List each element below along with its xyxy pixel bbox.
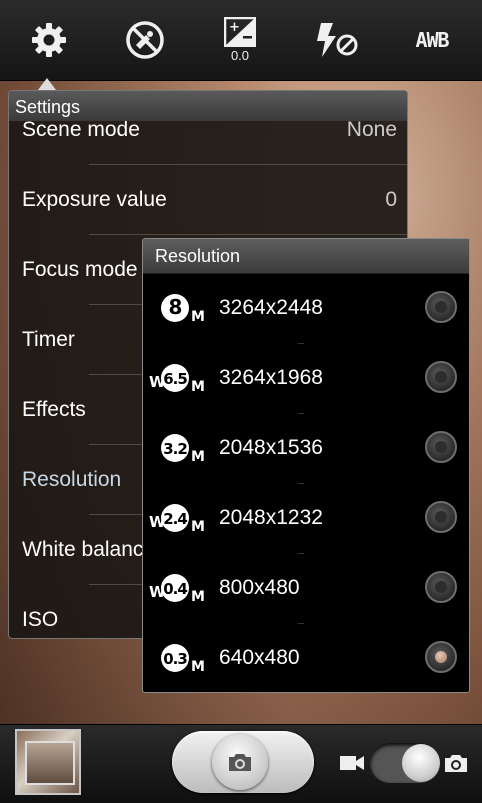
settings-item-label: White balance bbox=[22, 538, 156, 561]
resolution-radio[interactable] bbox=[425, 641, 457, 673]
camera-icon bbox=[229, 754, 251, 771]
camera-top-bar: + 0.0 AWB bbox=[0, 0, 482, 81]
gear-icon bbox=[32, 23, 66, 57]
flash-button[interactable] bbox=[296, 0, 376, 80]
shutter-button[interactable] bbox=[172, 731, 314, 793]
shutter-knob[interactable] bbox=[212, 734, 268, 790]
camera-bottom-bar bbox=[0, 724, 482, 803]
resolution-option-label: 2048x1232 bbox=[219, 506, 323, 529]
svg-text:3.2: 3.2 bbox=[163, 440, 187, 458]
svg-text:6.5: 6.5 bbox=[163, 370, 187, 388]
exposure-icon: + bbox=[224, 17, 256, 47]
settings-item-label: Exposure value bbox=[22, 188, 167, 211]
resolution-megapixel-icon: W6.5 M bbox=[149, 364, 205, 395]
camera-icon bbox=[445, 755, 467, 772]
settings-item-label: Timer bbox=[22, 328, 75, 351]
resolution-option-label: 2048x1536 bbox=[219, 436, 323, 459]
settings-item-value: 0 bbox=[385, 188, 397, 211]
settings-item-label: Focus mode bbox=[22, 258, 138, 281]
settings-title: Settings bbox=[9, 91, 407, 121]
svg-text:8: 8 bbox=[169, 295, 182, 319]
resolution-title: Resolution bbox=[143, 239, 469, 274]
resolution-option[interactable]: 8 M 3264x2448 bbox=[143, 273, 469, 343]
resolution-option[interactable]: W 6.5 M 3264x1968 bbox=[143, 343, 469, 413]
resolution-option-label: 640x480 bbox=[219, 646, 300, 669]
resolution-option-label: 800x480 bbox=[219, 576, 300, 599]
settings-item-label: ISO bbox=[22, 608, 59, 631]
resolution-radio[interactable] bbox=[425, 501, 457, 533]
video-camera-icon bbox=[340, 756, 364, 770]
gallery-thumbnail[interactable] bbox=[15, 729, 81, 795]
settings-button[interactable] bbox=[9, 0, 89, 80]
settings-item-label: Resolution bbox=[22, 468, 122, 491]
resolution-option-label: 3264x1968 bbox=[219, 366, 323, 389]
svg-text:0.4: 0.4 bbox=[163, 580, 187, 598]
resolution-option[interactable]: W 0.4 M 800x480 bbox=[143, 553, 469, 623]
resolution-radio[interactable] bbox=[425, 361, 457, 393]
svg-text:2.4: 2.4 bbox=[163, 510, 187, 528]
resolution-option-label: 3264x2448 bbox=[219, 296, 323, 319]
svg-text:M: M bbox=[191, 379, 205, 395]
flash-off-icon bbox=[317, 23, 358, 57]
white-balance-button[interactable]: AWB bbox=[392, 0, 472, 80]
mode-switch-knob[interactable] bbox=[402, 744, 440, 782]
exposure-value: 0.0 bbox=[230, 48, 250, 63]
svg-text:M: M bbox=[191, 449, 205, 465]
resolution-radio[interactable] bbox=[425, 431, 457, 463]
svg-text:M: M bbox=[191, 309, 205, 325]
resolution-option[interactable]: W 2.4 M 2048x1232 bbox=[143, 483, 469, 553]
settings-pointer bbox=[38, 78, 56, 90]
svg-text:+: + bbox=[229, 20, 240, 35]
no-gps-icon bbox=[126, 21, 164, 59]
resolution-option[interactable]: 3.2 M 2048x1536 bbox=[143, 413, 469, 483]
resolution-popup: Resolution 8 M 3264x2448 W 6.5 M 3264x1968 3.2 M… bbox=[142, 238, 470, 693]
svg-text:0.3: 0.3 bbox=[163, 650, 187, 668]
resolution-option[interactable]: 0.3 M 640x480 bbox=[143, 623, 469, 692]
gps-button[interactable] bbox=[105, 0, 185, 80]
settings-item-label: Scene mode bbox=[22, 118, 140, 141]
resolution-megapixel-icon: 8M bbox=[161, 294, 205, 325]
resolution-megapixel-icon: 0.3 M bbox=[161, 644, 205, 675]
resolution-radio[interactable] bbox=[425, 571, 457, 603]
settings-item-exposure-value[interactable]: Exposure value 0 bbox=[9, 165, 407, 235]
resolution-radio[interactable] bbox=[425, 291, 457, 323]
resolution-megapixel-icon: W2.4 M bbox=[149, 504, 205, 535]
settings-item-label: Effects bbox=[22, 398, 86, 421]
svg-text:M: M bbox=[191, 659, 205, 675]
resolution-megapixel-icon: 3.2 M bbox=[161, 434, 205, 465]
svg-text:M: M bbox=[191, 589, 205, 605]
exposure-button[interactable]: + 0.0 bbox=[200, 0, 280, 80]
svg-text:M: M bbox=[191, 519, 205, 535]
resolution-megapixel-icon: W0.4 M bbox=[149, 574, 205, 605]
awb-icon: AWB bbox=[415, 28, 449, 52]
camera-mode-switch[interactable] bbox=[370, 743, 440, 783]
